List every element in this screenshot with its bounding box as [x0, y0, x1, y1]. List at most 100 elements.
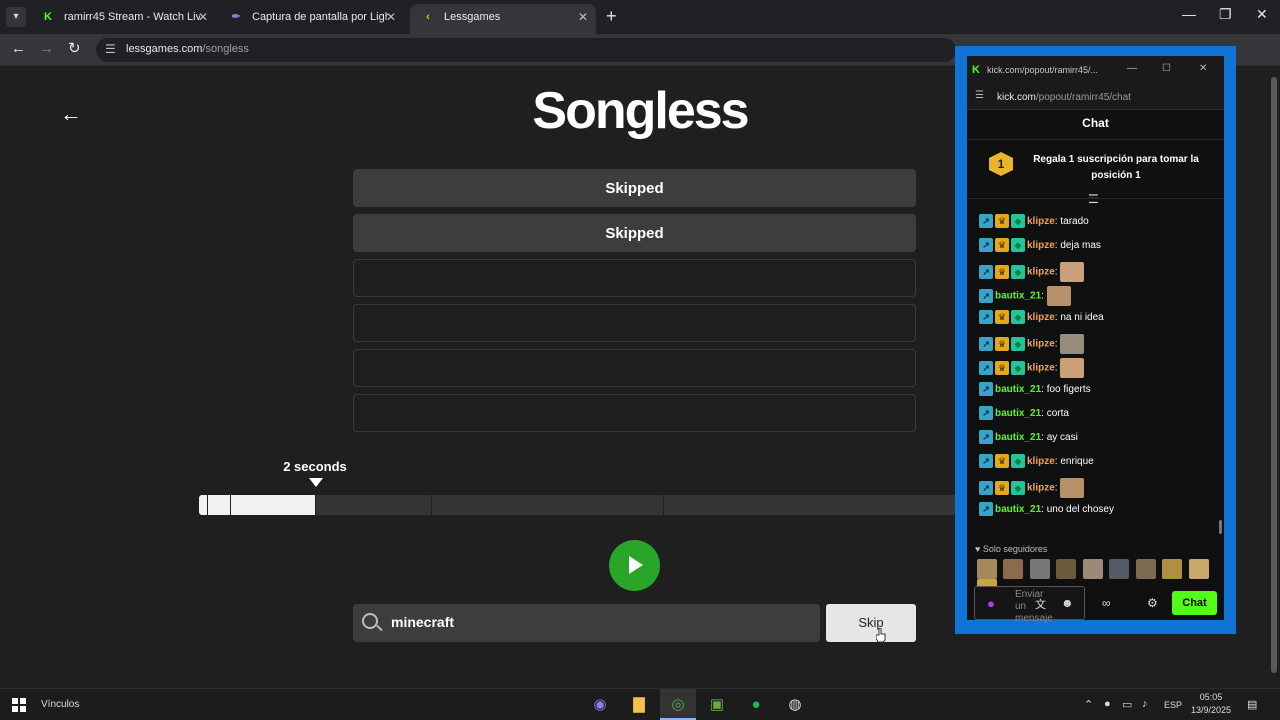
emote-item[interactable] — [1188, 559, 1209, 579]
sub-badge-icon[interactable]: ◆ — [1011, 265, 1025, 279]
tab-search-menu-icon[interactable]: ▾ — [6, 7, 26, 27]
file-explorer-icon[interactable]: ▇ — [621, 689, 657, 720]
song-search-input[interactable]: minecraft — [353, 604, 820, 642]
minimize-icon[interactable]: — — [1182, 6, 1196, 22]
crown-badge-icon[interactable]: ♛ — [995, 310, 1009, 325]
sub-badge-icon[interactable]: ◆ — [1011, 361, 1025, 375]
close-icon[interactable]: ✕ — [578, 4, 588, 30]
microphone-icon[interactable]: ● — [1104, 698, 1111, 710]
spotify-icon[interactable]: ● — [738, 689, 774, 720]
sub-badge-icon[interactable]: ◆ — [1011, 481, 1025, 495]
close-icon[interactable]: ✕ — [198, 4, 208, 30]
tab-lightshot[interactable]: ✒ Captura de pantalla por Lightsh ✕ — [218, 4, 404, 34]
taskbar-clock[interactable]: 05:05 13/9/2025 — [1186, 691, 1236, 717]
arrow-badge-icon[interactable]: ↗ — [979, 214, 993, 229]
emote-item[interactable] — [1162, 559, 1183, 579]
translate-icon[interactable]: 文 — [1035, 596, 1046, 612]
notifications-icon[interactable]: ▤ — [1247, 698, 1257, 711]
crown-badge-icon[interactable]: ♛ — [995, 337, 1009, 351]
address-bar[interactable]: ☰ lessgames.com/songless — [96, 38, 956, 62]
windows-start-icon[interactable] — [12, 698, 26, 712]
emote-item[interactable] — [1135, 559, 1156, 579]
emote-item[interactable] — [1029, 559, 1050, 579]
chat-username[interactable]: bautix_21 — [995, 504, 1041, 515]
chat-username[interactable]: bautix_21 — [995, 291, 1041, 302]
chat-username[interactable]: klipze — [1027, 267, 1055, 278]
arrow-badge-icon[interactable]: ↗ — [979, 382, 993, 397]
back-arrow-icon[interactable]: ← — [60, 101, 82, 127]
crown-badge-icon[interactable]: ♛ — [995, 361, 1009, 375]
arrow-badge-icon[interactable]: ↗ — [979, 481, 993, 495]
play-button[interactable] — [609, 540, 660, 591]
site-info-icon[interactable]: ☰ — [105, 42, 116, 56]
emote-item[interactable] — [1109, 559, 1130, 579]
tab-lessgames[interactable]: ‹ Lessgames ✕ — [410, 4, 596, 34]
arrow-badge-icon[interactable]: ↗ — [979, 265, 993, 279]
back-icon[interactable]: ← — [11, 38, 26, 60]
audio-progress-bar[interactable] — [199, 495, 959, 515]
chat-username[interactable]: klipze — [1027, 240, 1055, 251]
kicks-icon[interactable]: ∞ — [1102, 596, 1111, 610]
emote-item[interactable] — [1056, 559, 1077, 579]
arrow-badge-icon[interactable]: ↗ — [979, 406, 993, 421]
crown-badge-icon[interactable]: ♛ — [995, 214, 1009, 229]
chat-username[interactable]: klipze — [1027, 363, 1055, 374]
restore-icon[interactable]: ❐ — [1219, 6, 1232, 23]
volume-icon[interactable]: ♪ — [1142, 698, 1148, 710]
forward-icon[interactable]: → — [39, 38, 54, 60]
crown-badge-icon[interactable]: ♛ — [995, 454, 1009, 469]
reload-icon[interactable]: ↻ — [68, 38, 81, 60]
close-icon[interactable]: ✕ — [386, 4, 396, 30]
chat-username[interactable]: klipze — [1027, 312, 1055, 323]
page-scrollbar[interactable] — [1268, 67, 1280, 687]
minimize-icon[interactable]: — — [1127, 63, 1137, 74]
chat-username[interactable]: klipze — [1027, 456, 1055, 467]
new-tab-icon[interactable]: + — [606, 6, 617, 26]
crown-badge-icon[interactable]: ♛ — [995, 265, 1009, 279]
sub-badge-icon[interactable]: ◆ — [1011, 238, 1025, 253]
chat-username[interactable]: bautix_21 — [995, 432, 1041, 443]
arrow-badge-icon[interactable]: ↗ — [979, 430, 993, 445]
chat-username[interactable]: bautix_21 — [995, 384, 1041, 395]
close-icon[interactable]: ✕ — [1199, 63, 1207, 74]
chat-username[interactable]: klipze — [1027, 483, 1055, 494]
discord-icon[interactable]: ◉ — [582, 689, 618, 720]
chrome-icon[interactable]: ◎ — [660, 689, 696, 720]
arrow-badge-icon[interactable]: ↗ — [979, 337, 993, 351]
arrow-badge-icon[interactable]: ↗ — [979, 361, 993, 375]
sub-badge-icon[interactable]: ◆ — [1011, 310, 1025, 325]
arrow-badge-icon[interactable]: ↗ — [979, 238, 993, 253]
arrow-badge-icon[interactable]: ↗ — [979, 454, 993, 469]
network-icon[interactable]: ▭ — [1122, 698, 1132, 711]
gift-subscription-prompt[interactable]: Regala 1 suscripción para tomar la posic… — [1023, 152, 1209, 184]
sub-badge-icon[interactable]: ◆ — [1011, 337, 1025, 351]
language-indicator[interactable]: ESP — [1164, 700, 1182, 710]
sub-badge-icon[interactable]: ◆ — [1011, 214, 1025, 229]
emote-quick-bar[interactable] — [977, 559, 1224, 599]
crown-badge-icon[interactable]: ♛ — [995, 238, 1009, 253]
chat-username[interactable]: klipze — [1027, 339, 1055, 350]
arrow-badge-icon[interactable]: ↗ — [979, 310, 993, 325]
settings-gear-icon[interactable]: ⚙ — [1147, 596, 1158, 610]
emote-item[interactable] — [977, 559, 997, 579]
chat-username[interactable]: klipze — [1027, 216, 1055, 227]
chat-send-button[interactable]: Chat — [1172, 591, 1217, 615]
emote-item[interactable] — [1003, 559, 1024, 579]
site-info-icon[interactable]: ☰ — [975, 90, 984, 101]
emote-item[interactable] — [1082, 559, 1103, 579]
obs-icon[interactable]: ◍ — [777, 689, 813, 720]
arrow-badge-icon[interactable]: ↗ — [979, 289, 993, 303]
crown-badge-icon[interactable]: ♛ — [995, 481, 1009, 495]
chat-scrollbar[interactable] — [1219, 520, 1222, 534]
maximize-icon[interactable]: ☐ — [1162, 63, 1171, 74]
arrow-badge-icon[interactable]: ↗ — [979, 502, 993, 517]
close-window-icon[interactable]: ✕ — [1256, 6, 1268, 23]
chat-message-input[interactable]: ● Enviar un mensaje 文 ☻ — [974, 586, 1085, 624]
chat-username[interactable]: bautix_21 — [995, 408, 1041, 419]
sub-badge-icon[interactable]: ◆ — [1011, 454, 1025, 469]
taskbar-toolbar-label[interactable]: Vínculos — [41, 699, 79, 710]
minecraft-launcher-icon[interactable]: ▣ — [699, 689, 735, 720]
microphone-icon[interactable]: ● — [987, 596, 995, 611]
tab-kick-stream[interactable]: K ramirr45 Stream - Watch Live o ✕ — [30, 4, 216, 34]
show-hidden-icons-icon[interactable]: ⌃ — [1084, 698, 1093, 711]
